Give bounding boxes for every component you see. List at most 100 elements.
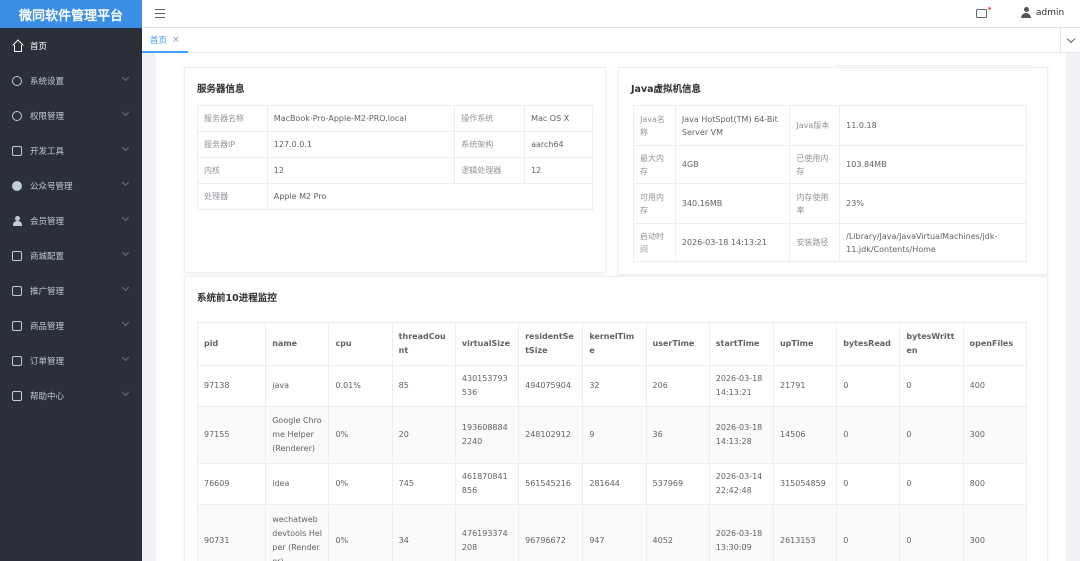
table-cell: 300 bbox=[962, 406, 1028, 464]
table-cell: 800 bbox=[962, 463, 1028, 505]
cell-value: 4GB bbox=[674, 145, 791, 184]
sidebar-item-label: 开发工具 bbox=[30, 146, 65, 157]
table-cell: 96796672 bbox=[518, 504, 584, 561]
table-cell: 9 bbox=[582, 406, 647, 464]
order-icon bbox=[12, 355, 22, 366]
cell-value: Apple M2 Pro bbox=[266, 183, 594, 210]
cell-value: 127.0.0.1 bbox=[266, 131, 456, 158]
sidebar-item-members[interactable]: 会员管理 bbox=[0, 203, 142, 238]
table-cell: 0 bbox=[899, 406, 964, 464]
table-cell: 0 bbox=[899, 463, 964, 505]
chat-icon bbox=[12, 180, 22, 191]
user-avatar-icon[interactable] bbox=[1021, 7, 1031, 18]
table-row: 处理器 Apple M2 Pro bbox=[197, 183, 594, 210]
sidebar-item-home[interactable]: 首页 bbox=[0, 28, 142, 63]
sidebar-item-products[interactable]: 商品管理 bbox=[0, 308, 142, 343]
cell-value: 12 bbox=[266, 157, 456, 184]
sidebar: 微同软件管理平台 首页 系统设置 权限管理 开发工具 公众号管理 会员管理 商城… bbox=[0, 0, 142, 561]
tabs-dropdown-icon[interactable] bbox=[1060, 28, 1080, 53]
table-row: 启动时间 2026-03-18 14:13:21 安装路径 /Library/J… bbox=[633, 223, 1027, 262]
server-info-table: 服务器名称 MacBook-Pro-Apple-M2-PRO.local 操作系… bbox=[197, 105, 594, 210]
table-row: 97138 java 0.01% 85 430153793536 4940759… bbox=[196, 365, 1028, 407]
column-header: pid bbox=[196, 322, 267, 366]
table-cell: 537969 bbox=[645, 463, 710, 505]
cell-value: MacBook-Pro-Apple-M2-PRO.local bbox=[266, 105, 456, 132]
cell-label: 服务器IP bbox=[197, 131, 268, 158]
table-cell: 2026-03-18 14:13:21 bbox=[708, 365, 774, 407]
column-header: kernelTime bbox=[582, 322, 647, 366]
table-cell: 461870841856 bbox=[454, 463, 520, 505]
chevron-down-icon bbox=[121, 213, 130, 222]
cell-label: 系统架构 bbox=[454, 131, 526, 158]
tabs-bar: 首页 × bbox=[142, 28, 1080, 53]
cell-value: /Library/Java/JavaVirtualMachines/jdk-11… bbox=[839, 223, 1027, 262]
table-row: 可用内存 340.16MB 内存使用率 23% bbox=[633, 183, 1027, 224]
keyboard-icon bbox=[12, 145, 22, 156]
table-cell: 2026-03-18 13:30:09 bbox=[708, 504, 774, 561]
cell-value: 340.16MB bbox=[674, 183, 791, 224]
table-cell: 2026-03-14 22:42:48 bbox=[708, 463, 774, 505]
sidebar-item-mall-config[interactable]: 商城配置 bbox=[0, 238, 142, 273]
tab-home[interactable]: 首页 × bbox=[142, 28, 188, 53]
cell-value: 11.0.18 bbox=[839, 105, 1027, 146]
sidebar-item-label: 权限管理 bbox=[30, 111, 65, 122]
server-info-card: 服务器信息 服务器名称 MacBook-Pro-Apple-M2-PRO.loc… bbox=[184, 67, 606, 273]
tab-label: 首页 bbox=[150, 35, 168, 46]
sidebar-item-label: 首页 bbox=[30, 41, 48, 52]
column-header: upTime bbox=[772, 322, 838, 366]
table-cell: 0 bbox=[899, 365, 964, 407]
chevron-down-icon bbox=[121, 388, 130, 397]
sidebar-item-help-center[interactable]: 帮助中心 bbox=[0, 378, 142, 413]
cell-label: Java名称 bbox=[633, 105, 676, 146]
chevron-down-icon bbox=[121, 353, 130, 362]
top-navbar: admin bbox=[142, 0, 1080, 28]
store-icon bbox=[12, 250, 22, 261]
column-header: cpu bbox=[328, 322, 393, 366]
cell-value: 12 bbox=[524, 157, 593, 184]
table-cell: Google Chrome Helper (Renderer) bbox=[265, 406, 330, 464]
sidebar-item-promotion[interactable]: 推广管理 bbox=[0, 273, 142, 308]
table-cell: 0% bbox=[328, 406, 393, 464]
table-header-row: pid name cpu threadCount virtualSize res… bbox=[196, 322, 1028, 366]
table-cell: 20 bbox=[391, 406, 456, 464]
cell-value: 2026-03-18 14:13:21 bbox=[674, 223, 791, 262]
cell-label: 内核 bbox=[197, 157, 268, 184]
sidebar-item-permissions[interactable]: 权限管理 bbox=[0, 98, 142, 133]
username[interactable]: admin bbox=[1036, 8, 1064, 18]
table-cell: 0 bbox=[836, 406, 901, 464]
table-cell: 0% bbox=[328, 504, 393, 561]
table-row: 最大内存 4GB 已使用内存 103.84MB bbox=[633, 145, 1027, 184]
close-icon[interactable]: × bbox=[172, 35, 180, 45]
chevron-down-icon bbox=[121, 108, 130, 117]
divider bbox=[836, 65, 1032, 66]
cell-value: Java HotSpot(TM) 64-Bit Server VM bbox=[674, 105, 791, 146]
hamburger-menu-icon[interactable] bbox=[155, 9, 165, 18]
sidebar-item-label: 订单管理 bbox=[30, 356, 65, 367]
sidebar-item-label: 帮助中心 bbox=[30, 391, 65, 402]
cell-value: Mac OS X bbox=[524, 105, 593, 132]
cell-label: 启动时间 bbox=[633, 223, 676, 262]
cell-label: 服务器名称 bbox=[197, 105, 268, 132]
chevron-down-icon bbox=[121, 283, 130, 292]
table-cell: 97138 bbox=[196, 365, 267, 407]
table-row: 内核 12 逻辑处理器 12 bbox=[197, 157, 593, 184]
notification-icon[interactable] bbox=[976, 7, 991, 19]
cell-label: 处理器 bbox=[197, 183, 268, 210]
table-cell: 90731 bbox=[196, 504, 267, 561]
table-cell: 0% bbox=[328, 463, 393, 505]
table-cell: 561545216 bbox=[518, 463, 584, 505]
table-row: 90731 wechatwebdevtools Helper (Renderer… bbox=[196, 504, 1028, 561]
process-table: pid name cpu threadCount virtualSize res… bbox=[196, 322, 1028, 561]
table-cell: 206 bbox=[645, 365, 710, 407]
table-cell: 32 bbox=[582, 365, 647, 407]
promote-icon bbox=[12, 285, 22, 296]
sidebar-item-orders[interactable]: 订单管理 bbox=[0, 343, 142, 378]
table-cell: 21791 bbox=[772, 365, 838, 407]
sidebar-item-official-account[interactable]: 公众号管理 bbox=[0, 168, 142, 203]
sidebar-item-label: 推广管理 bbox=[30, 286, 65, 297]
sidebar-item-system-settings[interactable]: 系统设置 bbox=[0, 63, 142, 98]
jvm-info-card: Java虚拟机信息 Java名称 Java HotSpot(TM) 64-Bit… bbox=[618, 67, 1048, 275]
sidebar-menu: 首页 系统设置 权限管理 开发工具 公众号管理 会员管理 商城配置 推广管理 商… bbox=[0, 28, 142, 413]
table-cell: 300 bbox=[962, 504, 1028, 561]
sidebar-item-dev-tools[interactable]: 开发工具 bbox=[0, 133, 142, 168]
